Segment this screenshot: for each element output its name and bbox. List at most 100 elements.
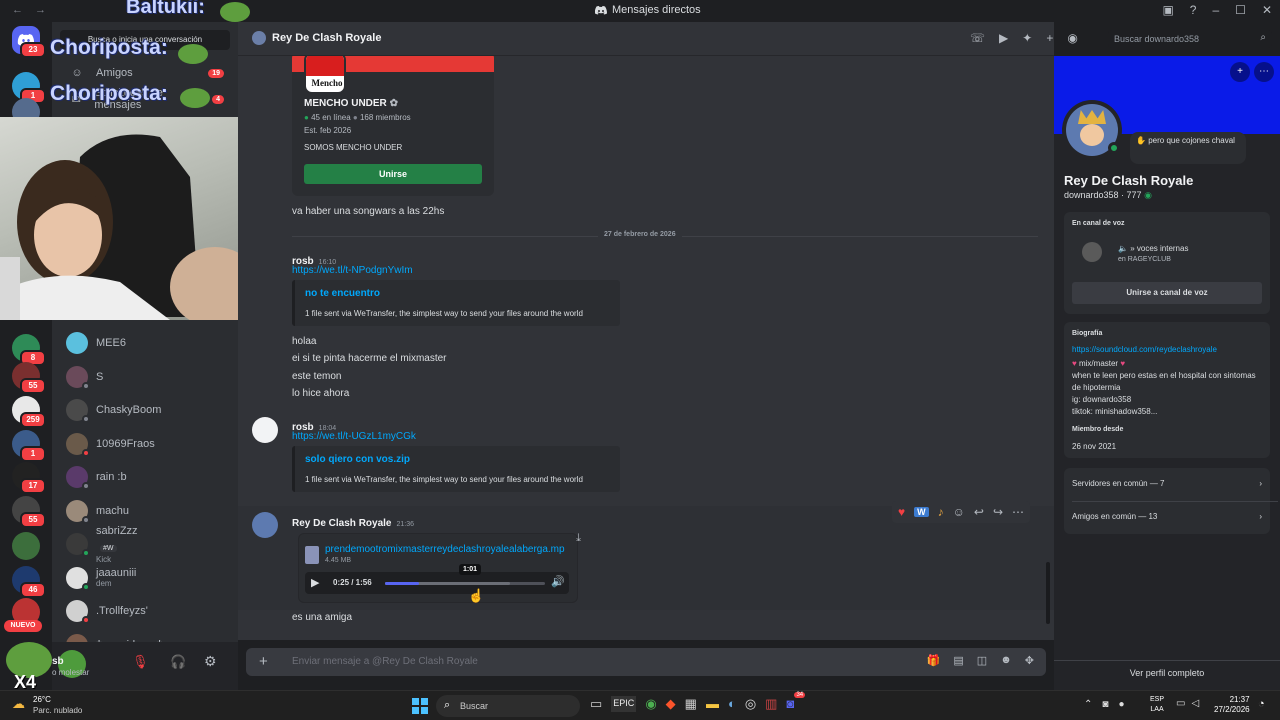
more-options-icon[interactable]: ⋯ — [1012, 505, 1024, 519]
download-icon[interactable]: ⤓ — [576, 532, 581, 545]
embed-title[interactable]: solo qiero con vos.zip — [305, 454, 610, 465]
language-indicator[interactable]: ESP LAA — [1150, 695, 1164, 715]
mutual-servers-row[interactable]: Servidores en común — 7 › — [1072, 479, 1262, 488]
clock[interactable]: 21:37 27/2/2026 — [1214, 695, 1250, 715]
guitar-reaction-icon[interactable]: ♪ — [938, 505, 944, 519]
author-avatar[interactable] — [252, 417, 278, 443]
brave-icon[interactable]: ◆ — [666, 696, 676, 712]
bio-link[interactable]: https://soundcloud.com/reydeclashroyale — [1072, 345, 1217, 354]
windows-start-icon[interactable] — [412, 698, 428, 714]
join-server-button[interactable]: Unirse — [304, 164, 482, 184]
attach-plus-icon[interactable]: + — [259, 653, 268, 670]
chat-scrollbar[interactable] — [1046, 562, 1050, 624]
winrar-icon[interactable]: ▥ — [765, 696, 777, 712]
invite-description: SOMOS MENCHO UNDER — [304, 143, 403, 152]
profile-icon[interactable]: ◉ — [1067, 31, 1077, 45]
call-icon[interactable]: ☏ — [970, 31, 985, 45]
notification-bell-icon[interactable]: ◔ — [1258, 698, 1265, 710]
embed-title[interactable]: no te encuentro — [305, 288, 610, 299]
dm-item[interactable]: jaaauniii dem — [60, 563, 232, 593]
apps-icon[interactable]: ✥ — [1025, 654, 1034, 667]
header-search[interactable]: Buscar downardo358 ⌕ — [1108, 30, 1272, 48]
obs-icon[interactable]: ◎ — [745, 696, 756, 712]
weather-icon[interactable]: ☁ — [12, 696, 25, 712]
sticker-icon[interactable]: ◫ — [977, 654, 987, 667]
reply-icon[interactable]: ↩ — [974, 505, 984, 519]
weather-temp: 26°C — [33, 695, 51, 704]
network-icon[interactable]: ▭ — [1176, 698, 1185, 709]
server-icon[interactable]: 1 — [12, 430, 46, 462]
chat-header: Rey De Clash Royale ☏ ▶ ✦ + ◉ — [238, 22, 1078, 56]
app-grid-icon[interactable]: ▦ — [685, 696, 697, 712]
bio-text: ♥ mix/master ♥ when te leen pero estas e… — [1072, 359, 1256, 416]
server-icon[interactable]: 55 — [12, 362, 46, 394]
back-arrow-icon[interactable]: ← — [12, 4, 23, 16]
file-explorer-icon[interactable]: ▬ — [706, 696, 719, 712]
dm-name: 10969Fraos — [96, 437, 155, 450]
mutual-friends-row[interactable]: Amigos en común — 13 › — [1072, 512, 1262, 521]
message-link[interactable]: https://we.tl/t-UGzL1myCGk — [292, 431, 416, 442]
dm-avatar — [66, 600, 90, 624]
deafen-icon[interactable]: 🎧 — [170, 654, 186, 670]
dm-item[interactable]: machu — [60, 496, 232, 526]
close-icon[interactable]: ✕ — [1262, 3, 1272, 17]
server-badge: 55 — [20, 512, 46, 528]
add-reaction-icon[interactable]: ☺ — [953, 505, 965, 519]
add-friend-icon[interactable]: + — [1230, 62, 1250, 82]
server-icon[interactable]: 8 — [12, 334, 46, 366]
forward-icon[interactable]: ↪ — [993, 505, 1003, 519]
dm-item[interactable]: 10969Fraos — [60, 429, 232, 459]
inbox-icon[interactable]: ▣ — [1162, 3, 1173, 17]
dm-item[interactable]: S — [60, 362, 232, 392]
task-view-icon[interactable]: ▭ — [590, 696, 602, 712]
view-full-profile-link[interactable]: Ver perfil completo — [1054, 668, 1280, 678]
add-member-icon[interactable]: + — [1046, 31, 1053, 45]
home-button[interactable]: 23 — [12, 26, 46, 58]
dm-item[interactable]: rain :b — [60, 462, 232, 492]
emoji-icon[interactable]: ☻ — [1000, 654, 1012, 667]
author-avatar[interactable] — [252, 512, 278, 538]
author-name[interactable]: Rey De Clash Royale — [292, 518, 392, 529]
heart-reaction-icon[interactable]: ♥ — [898, 505, 905, 519]
dm-item[interactable]: MEE6 — [60, 328, 232, 358]
play-icon[interactable]: ▶ — [311, 576, 319, 589]
server-icon[interactable]: 1 — [12, 72, 46, 104]
server-icon[interactable]: 17 — [12, 462, 46, 494]
muted-mic-icon[interactable]: 🎙 — [132, 654, 149, 670]
server-icon[interactable]: 259 — [12, 396, 46, 428]
dm-item[interactable]: ChaskyBoom — [60, 395, 232, 425]
audio-controls: ▶ 0:25 / 1:56 🔊 — [305, 572, 569, 594]
steam-icon[interactable]: ◐ — [728, 696, 736, 712]
help-icon[interactable]: ? — [1190, 3, 1197, 17]
server-icon[interactable]: 46 — [12, 566, 46, 598]
dm-item[interactable]: .Trollfeyzs' — [60, 596, 232, 626]
dm-item[interactable]: sabriZzz #W Kick — [60, 525, 232, 564]
discord-taskbar-icon[interactable]: ◙ 34 — [786, 692, 806, 712]
volume-icon[interactable]: 🔊 — [551, 575, 565, 588]
volume-icon[interactable]: ◁ — [1191, 698, 1199, 709]
mic-tray-icon[interactable]: ● — [1118, 699, 1124, 710]
more-options-icon[interactable]: ⋯ — [1254, 62, 1274, 82]
chrome-icon[interactable]: ◉ — [645, 696, 656, 712]
settings-gear-icon[interactable]: ⚙ — [204, 653, 217, 670]
tray-chevron-icon[interactable]: ⌃ — [1084, 699, 1092, 710]
gif-icon[interactable]: ▤ — [953, 654, 963, 667]
taskbar-search[interactable]: ⌕ Buscar — [436, 695, 580, 717]
join-voice-button[interactable]: Unirse a canal de voz — [1072, 282, 1262, 304]
gift-icon[interactable]: 🎁 — [927, 654, 941, 667]
video-icon[interactable]: ▶ — [999, 31, 1008, 45]
maximize-icon[interactable]: ☐ — [1235, 3, 1246, 17]
message-input[interactable]: Enviar mensaje a @Rey De Clash Royale — [292, 656, 478, 667]
audio-seek-bar[interactable] — [385, 582, 545, 585]
minimize-icon[interactable]: – — [1212, 3, 1219, 17]
pin-icon[interactable]: ✦ — [1022, 31, 1032, 45]
forward-arrow-icon[interactable]: → — [35, 4, 46, 16]
message-link[interactable]: https://we.tl/t-NPodgnYwIm — [292, 265, 413, 276]
audio-filename[interactable]: prendemootromixmasterreydeclashroyaleala… — [325, 544, 565, 555]
epic-games-icon[interactable]: EPIC — [611, 696, 637, 712]
profile-avatar[interactable] — [1062, 100, 1122, 160]
w-reaction-icon[interactable]: W — [914, 507, 929, 517]
server-icon[interactable]: 55 — [12, 496, 46, 528]
discord-tray-icon[interactable]: ◙ — [1102, 699, 1108, 710]
server-icon[interactable] — [12, 532, 40, 560]
